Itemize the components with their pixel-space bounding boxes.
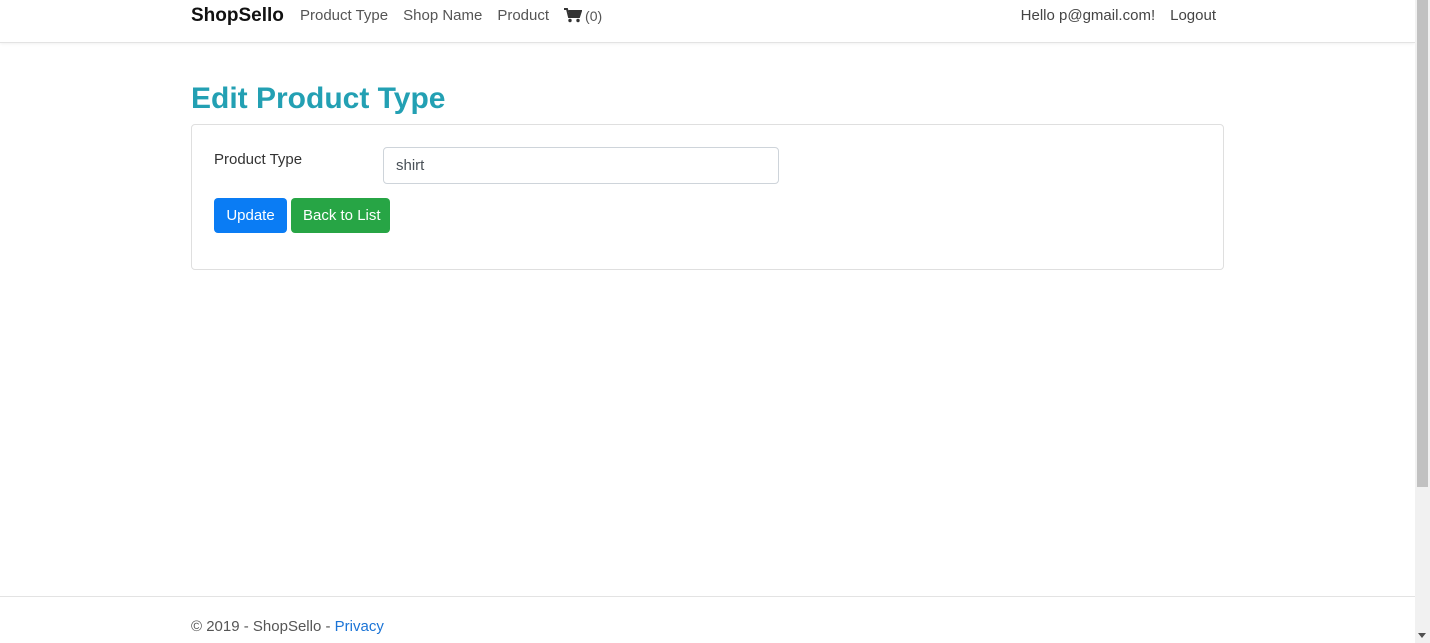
user-greeting[interactable]: Hello p@gmail.com! [1021, 7, 1155, 24]
nav-user: Hello p@gmail.com! Logout [1006, 7, 1216, 24]
nav-links: Product Type Shop Name Product (0) [300, 7, 632, 24]
cart-count: (0) [585, 7, 603, 24]
product-type-label: Product Type [214, 151, 303, 168]
update-button[interactable]: Update [214, 198, 287, 233]
edit-form-card: Product Type shirt Update Back to List [191, 124, 1224, 270]
page-title: Edit Product Type [191, 82, 446, 115]
cart-link[interactable]: (0) [564, 8, 617, 24]
vertical-scrollbar[interactable] [1415, 0, 1430, 643]
scroll-down-arrow-icon[interactable] [1418, 633, 1426, 638]
scrollbar-thumb[interactable] [1417, 0, 1428, 487]
cart-icon [564, 8, 583, 23]
footer-copyright: © 2019 - ShopSello - Privacy [191, 618, 384, 635]
privacy-link[interactable]: Privacy [335, 618, 384, 635]
page: ShopSello Product Type Shop Name Product… [0, 0, 1415, 643]
brand-logo[interactable]: ShopSello [191, 5, 284, 27]
nav-link-shop-name[interactable]: Shop Name [403, 7, 482, 24]
footer-text: © 2019 - ShopSello - [191, 618, 335, 635]
footer: © 2019 - ShopSello - Privacy [0, 596, 1415, 643]
navbar: ShopSello Product Type Shop Name Product… [0, 0, 1415, 43]
product-type-input[interactable]: shirt [383, 147, 779, 184]
nav-link-product[interactable]: Product [497, 7, 549, 24]
nav-link-product-type[interactable]: Product Type [300, 7, 388, 24]
back-to-list-button[interactable]: Back to List [291, 198, 390, 233]
logout-link[interactable]: Logout [1170, 7, 1216, 24]
